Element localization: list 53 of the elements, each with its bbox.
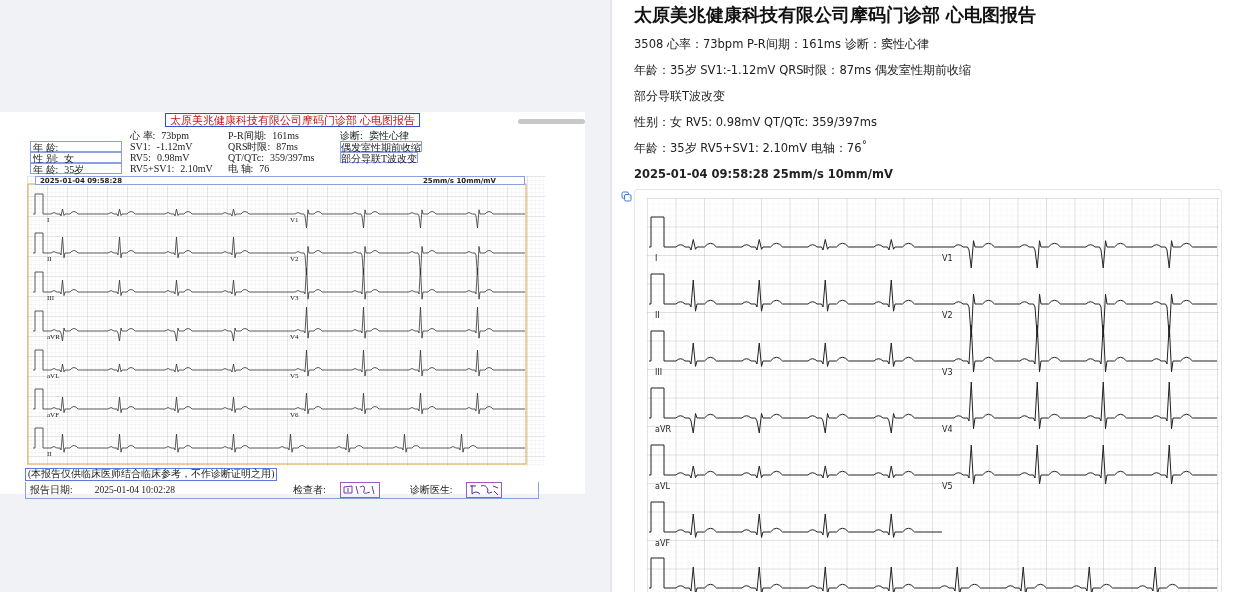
lead-label: aVL [655, 482, 670, 491]
field-value: 女 [64, 153, 75, 162]
field-value: 0.98mV [156, 152, 190, 163]
field-label: SV1: [130, 141, 151, 152]
field-label: RV5+SV1: [130, 163, 175, 174]
field-value: 87ms [276, 141, 298, 152]
field-label: 诊断: [340, 130, 363, 141]
signature-drawing [339, 482, 380, 498]
field-label: 电 轴: [228, 163, 254, 174]
field-label: 年 龄: [33, 142, 59, 151]
scrollbar-thumb[interactable] [518, 119, 585, 124]
field-value: 部分导联T波改变 [340, 152, 419, 163]
field-label: 年 龄: [33, 164, 59, 173]
lead-label: III [655, 368, 663, 377]
lead-label: V4 [942, 425, 953, 434]
field-value: 73bpm [161, 130, 190, 141]
field-label: RV5: [130, 152, 151, 163]
field-value: 2.10mV [180, 163, 213, 174]
report-summary: 2025-01-04 09:58:28 25mm/s 10mm/mV [634, 166, 894, 183]
report-line: 性别：女 RV5: 0.98mV QT/QTc: 359/397ms [634, 114, 878, 131]
field-value: 76 [259, 163, 270, 174]
field-label: QRS时限: [228, 141, 271, 152]
field-label: 心 率: [130, 130, 156, 141]
report-line: 年龄：35岁 RV5+SV1: 2.10mV 电轴：76˚ [634, 139, 869, 157]
field-value: -1.12mV [156, 141, 193, 152]
lead-label: aVR [655, 425, 671, 434]
report-date: 2025-01-04 10:02:28 [94, 485, 176, 495]
report-line: 3508 心率：73bpm P-R间期：161ms 诊断：窦性心律 [634, 36, 930, 53]
lead-label: V5 [942, 482, 953, 491]
disclaimer: (本报告仅供临床医师结合临床参考，不作诊断证明之用) [25, 468, 278, 481]
report-line: 年龄：35岁 SV1:-1.12mV QRS时限：87ms 偶发室性期前收缩 [634, 62, 972, 79]
field-value: 窦性心律 [368, 130, 409, 141]
examiner-label: 检查者: [293, 483, 326, 497]
copy-icon[interactable] [621, 191, 632, 202]
field-label: 性 别: [33, 153, 59, 162]
report-heading: 太原美兆健康科技有限公司摩码门诊部 心电图报告 [634, 3, 1038, 27]
report-title: 太原美兆健康科技有限公司摩码门诊部 心电图报告 [165, 113, 420, 127]
field-value: 161ms [272, 130, 299, 141]
lead-label: aVF [655, 539, 670, 548]
report-date-label: 报告日期: [30, 483, 73, 497]
field-value: 359/397ms [269, 152, 315, 163]
field-value: 偶发室性期前收缩 [340, 141, 422, 152]
lead-label: V2 [942, 311, 953, 320]
field-label: P-R间期: [228, 130, 267, 141]
field-value: 35岁 [64, 164, 85, 173]
lead-label: V1 [942, 254, 953, 263]
report-line: 部分导联T波改变 [634, 88, 727, 105]
signature-drawing [466, 482, 503, 498]
field-label: QT/QTc: [228, 152, 264, 163]
physician-label: 诊断医生: [409, 483, 453, 497]
lead-label: II [655, 311, 660, 320]
lead-label: V3 [942, 368, 953, 377]
lead-label: I [655, 254, 658, 263]
